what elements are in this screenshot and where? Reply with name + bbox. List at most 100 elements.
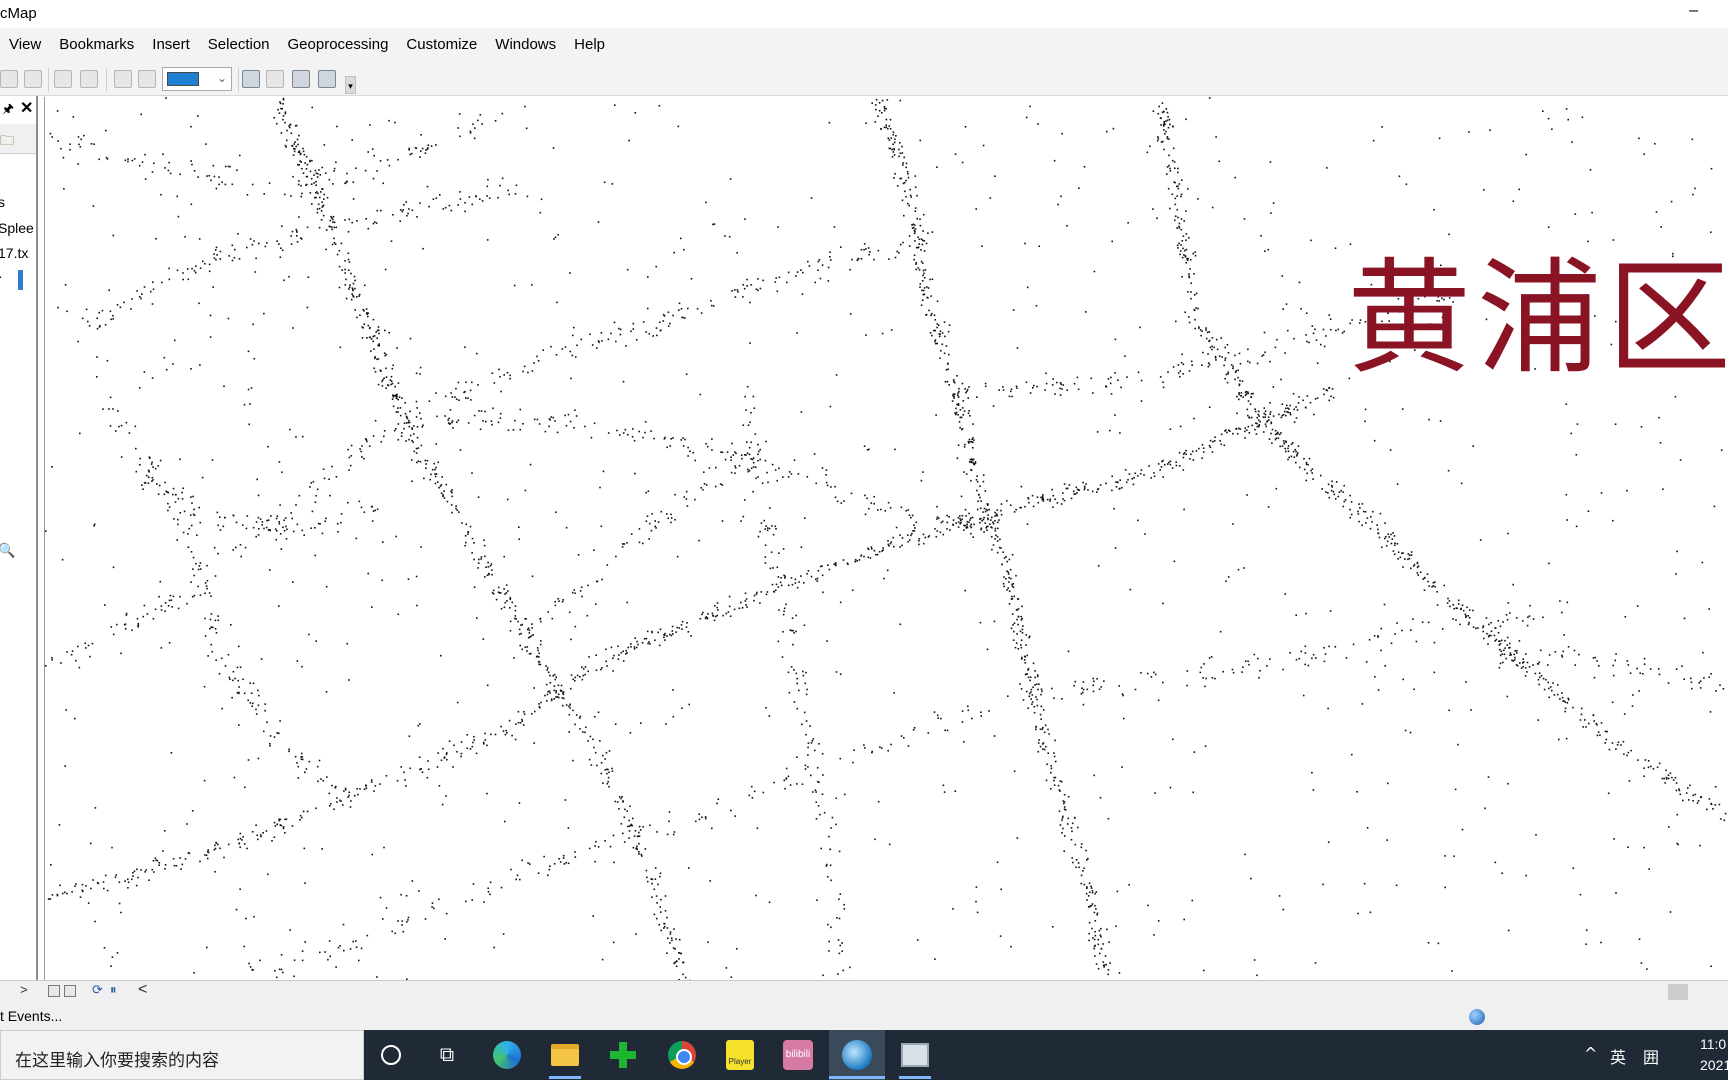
map-point bbox=[656, 917, 658, 920]
map-point bbox=[1426, 573, 1429, 575]
map-point bbox=[1241, 671, 1243, 673]
map-point bbox=[407, 421, 410, 424]
pause-icon[interactable]: ⏸ bbox=[110, 982, 117, 998]
map-point bbox=[1082, 870, 1084, 872]
map-point bbox=[438, 898, 440, 901]
map-point bbox=[115, 430, 117, 432]
map-point bbox=[588, 758, 591, 761]
map-point bbox=[1279, 445, 1281, 448]
document-app-icon[interactable] bbox=[899, 1039, 931, 1071]
map-point bbox=[1330, 395, 1332, 398]
map-point bbox=[227, 843, 230, 846]
chrome-icon[interactable] bbox=[666, 1039, 698, 1071]
tray-caret-icon[interactable]: ^ bbox=[1584, 1044, 1597, 1063]
map-point bbox=[153, 871, 155, 873]
map-point bbox=[266, 242, 268, 244]
minimize-button[interactable]: – bbox=[1689, 2, 1698, 20]
map-point bbox=[1468, 131, 1470, 133]
scroll-left-icon[interactable]: < bbox=[138, 981, 147, 999]
map-point bbox=[1183, 254, 1185, 256]
cortana-icon[interactable] bbox=[375, 1039, 407, 1071]
map-point bbox=[370, 350, 372, 352]
task-view-icon[interactable]: ⧉ bbox=[431, 1039, 463, 1071]
map-point bbox=[199, 568, 202, 570]
map-view[interactable]: 黄浦区 bbox=[44, 97, 1728, 980]
map-point bbox=[127, 878, 129, 881]
data-view-icon[interactable] bbox=[48, 985, 60, 997]
menu-customize[interactable]: Customize bbox=[397, 28, 486, 62]
back-extent-icon[interactable] bbox=[114, 70, 132, 88]
map-point bbox=[1061, 819, 1063, 821]
menu-geoprocessing[interactable]: Geoprocessing bbox=[279, 28, 398, 62]
pan-tool-icon[interactable] bbox=[0, 70, 18, 88]
toolbar-overflow-button[interactable]: ▾ bbox=[345, 76, 356, 94]
map-point bbox=[883, 105, 886, 108]
map-point bbox=[439, 485, 442, 487]
map-point bbox=[1045, 745, 1047, 748]
health-app-icon[interactable] bbox=[607, 1039, 639, 1071]
map-point bbox=[746, 385, 749, 388]
map-point bbox=[1250, 416, 1253, 419]
map-point bbox=[1156, 217, 1158, 219]
map-point bbox=[765, 707, 767, 709]
edge-icon[interactable] bbox=[491, 1039, 523, 1071]
map-point bbox=[1011, 553, 1014, 556]
menu-bookmarks[interactable]: Bookmarks bbox=[50, 28, 143, 62]
map-point bbox=[164, 610, 166, 612]
map-point bbox=[112, 566, 115, 569]
zoom-layer-icon[interactable] bbox=[80, 70, 98, 88]
magnifier-icon[interactable]: 🔍 bbox=[0, 542, 15, 559]
menu-selection[interactable]: Selection bbox=[199, 28, 279, 62]
refresh-icon[interactable]: ⟳ bbox=[92, 982, 103, 998]
full-extent-icon[interactable] bbox=[54, 70, 72, 88]
map-point bbox=[323, 144, 326, 146]
layer-label[interactable]: Splee bbox=[0, 220, 34, 236]
map-point bbox=[471, 203, 473, 206]
taskbar-search-box[interactable]: 在这里输入你要搜索的内容 bbox=[0, 1030, 364, 1080]
bilibili-icon[interactable]: bilibili bbox=[782, 1039, 814, 1071]
map-point bbox=[314, 501, 317, 503]
layout-view-icon[interactable] bbox=[64, 985, 76, 997]
map-point bbox=[562, 854, 565, 857]
fixed-zoom-icon[interactable] bbox=[24, 70, 42, 88]
find-icon[interactable] bbox=[318, 70, 336, 88]
map-point bbox=[1042, 748, 1044, 750]
layer-label[interactable]: 17.tx bbox=[0, 245, 28, 261]
list-by-drawing-icon[interactable]: 🗀 bbox=[0, 130, 14, 154]
file-explorer-icon[interactable] bbox=[549, 1039, 581, 1071]
scroll-right-icon[interactable]: > bbox=[20, 982, 28, 997]
ime-indicator[interactable]: 英 bbox=[1610, 1044, 1626, 1068]
menu-windows[interactable]: Windows bbox=[486, 28, 565, 62]
forward-extent-icon[interactable] bbox=[138, 70, 156, 88]
map-point bbox=[302, 810, 305, 813]
map-point bbox=[690, 635, 692, 637]
horizontal-scrollbar-thumb[interactable] bbox=[1668, 984, 1688, 1000]
color-dropdown[interactable]: ⌄ bbox=[162, 67, 232, 91]
ime-mode-icon[interactable]: 囲 bbox=[1643, 1044, 1659, 1068]
map-point bbox=[304, 162, 306, 164]
map-point bbox=[787, 671, 790, 674]
map-point bbox=[373, 335, 376, 337]
map-point bbox=[745, 604, 747, 606]
menu-view[interactable]: View bbox=[0, 28, 50, 62]
table-icon[interactable] bbox=[266, 70, 284, 88]
layout-page-icon[interactable] bbox=[242, 70, 260, 88]
clock[interactable]: 11:0 2021/ bbox=[1700, 1034, 1728, 1076]
menu-help[interactable]: Help bbox=[565, 28, 614, 62]
menu-insert[interactable]: Insert bbox=[143, 28, 199, 62]
close-icon[interactable]: ✕ bbox=[20, 98, 33, 118]
map-point bbox=[365, 308, 368, 310]
map-point bbox=[757, 443, 759, 446]
map-point bbox=[229, 678, 231, 681]
media-player-icon[interactable]: Player bbox=[724, 1039, 756, 1071]
map-point bbox=[140, 869, 142, 871]
map-point bbox=[1306, 395, 1309, 397]
map-point bbox=[710, 304, 713, 307]
map-point bbox=[659, 875, 661, 878]
arcmap-icon[interactable] bbox=[841, 1039, 873, 1071]
identify-binoculars-icon[interactable] bbox=[292, 70, 310, 88]
map-point bbox=[829, 405, 832, 408]
map-point bbox=[1148, 465, 1150, 467]
pin-icon[interactable]: 🖈 bbox=[2, 100, 14, 122]
map-point bbox=[162, 153, 164, 155]
